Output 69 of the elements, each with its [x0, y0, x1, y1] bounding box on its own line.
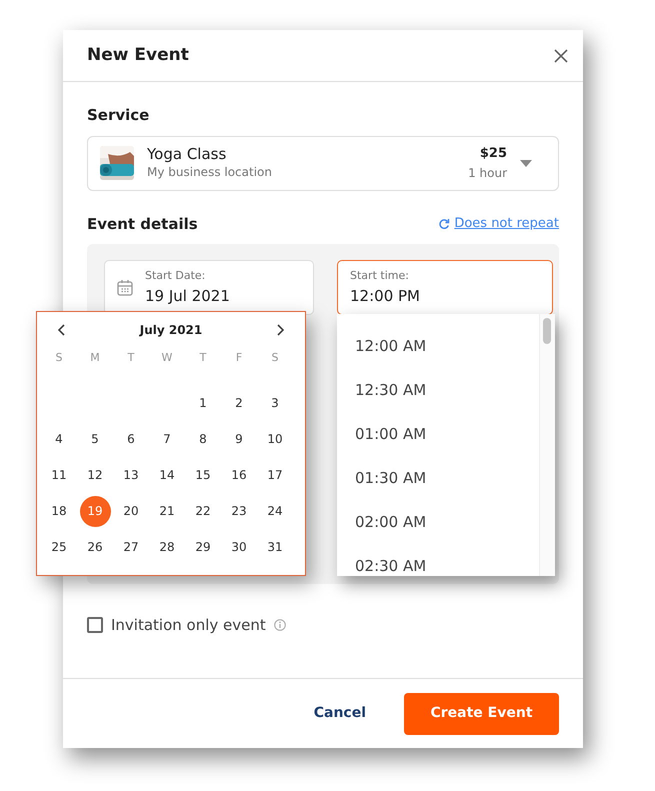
calendar-day[interactable]: 2: [224, 388, 254, 418]
caret-icon: [520, 160, 532, 166]
field-value: 12:00 PM: [350, 286, 420, 306]
weekday-label: M: [89, 350, 101, 366]
calendar-day[interactable]: 9: [224, 424, 254, 454]
info-icon: [274, 619, 286, 632]
weekday-label: S: [54, 350, 64, 366]
service-location: My business location: [147, 164, 273, 181]
time-option[interactable]: 02:30 AM: [337, 544, 539, 576]
calendar-day[interactable]: 16: [224, 460, 254, 490]
calendar-day[interactable]: 24: [260, 496, 290, 526]
calendar-day[interactable]: 26: [80, 532, 110, 562]
calendar-day[interactable]: 28: [152, 532, 182, 562]
weekday-label: S: [270, 350, 280, 366]
service-name: Yoga Class: [147, 145, 228, 163]
service-duration: 1 hour: [468, 164, 507, 182]
weekday-label: W: [160, 350, 174, 366]
field-label: Start Date:: [145, 268, 206, 284]
field-label: Start time:: [350, 268, 410, 284]
calendar-icon: [117, 279, 133, 296]
calendar-day[interactable]: 10: [260, 424, 290, 454]
calendar-day[interactable]: 6: [116, 424, 146, 454]
previous-month-icon[interactable]: [57, 324, 65, 336]
calendar-day[interactable]: 20: [116, 496, 146, 526]
calendar-day[interactable]: 13: [116, 460, 146, 490]
time-option[interactable]: 12:30 AM: [337, 368, 539, 412]
time-option[interactable]: 01:30 AM: [337, 456, 539, 500]
calendar-day[interactable]: 29: [188, 532, 218, 562]
calendar-day[interactable]: 1: [188, 388, 218, 418]
calendar-day[interactable]: 22: [188, 496, 218, 526]
time-option[interactable]: 01:00 AM: [337, 412, 539, 456]
calendar-day[interactable]: 21: [152, 496, 182, 526]
calendar-day[interactable]: 25: [44, 532, 74, 562]
weekday-label: F: [234, 350, 244, 366]
calendar-day[interactable]: 3: [260, 388, 290, 418]
calendar-day[interactable]: 30: [224, 532, 254, 562]
weekday-label: T: [198, 350, 208, 366]
calendar-day[interactable]: 11: [44, 460, 74, 490]
checkbox-label: Invitation only event: [111, 615, 266, 636]
repeat-link[interactable]: Does not repeat: [454, 214, 559, 234]
calendar-day[interactable]: 4: [44, 424, 74, 454]
calendar-day[interactable]: 31: [260, 532, 290, 562]
service-price: $25: [478, 145, 507, 164]
field-value: 19 Jul 2021: [145, 286, 230, 306]
cancel-button[interactable]: Cancel: [314, 699, 366, 728]
calendar-day[interactable]: 15: [188, 460, 218, 490]
time-option[interactable]: 12:00 AM: [337, 324, 539, 368]
service-select[interactable]: Yoga Class My business location $25 1 hour: [87, 136, 559, 190]
calendar-day[interactable]: 12: [80, 460, 110, 490]
calendar-day[interactable]: 5: [80, 424, 110, 454]
time-option[interactable]: 02:00 AM: [337, 500, 539, 544]
calendar-day[interactable]: 18: [44, 496, 74, 526]
month-title: July 2021: [140, 322, 202, 339]
dialog-title: New Event: [87, 45, 189, 66]
section-label: Event details: [87, 214, 198, 234]
scrollbar[interactable]: [539, 314, 555, 576]
weekday-label: T: [126, 350, 136, 366]
calendar-day[interactable]: 14: [152, 460, 182, 490]
repeat-icon: [438, 218, 450, 230]
checkbox[interactable]: [87, 617, 103, 634]
calendar-day[interactable]: 7: [152, 424, 182, 454]
calendar-day[interactable]: 17: [260, 460, 290, 490]
next-month-icon[interactable]: [277, 324, 285, 336]
date-field[interactable]: Start Date: 19 Jul 2021: [104, 260, 314, 315]
section-label: Service: [87, 105, 150, 126]
calendar-day[interactable]: 23: [224, 496, 254, 526]
time-field[interactable]: Start time: 12:00 PM: [337, 260, 553, 315]
calendar-day[interactable]: 8: [188, 424, 218, 454]
calendar-day[interactable]: 27: [116, 532, 146, 562]
